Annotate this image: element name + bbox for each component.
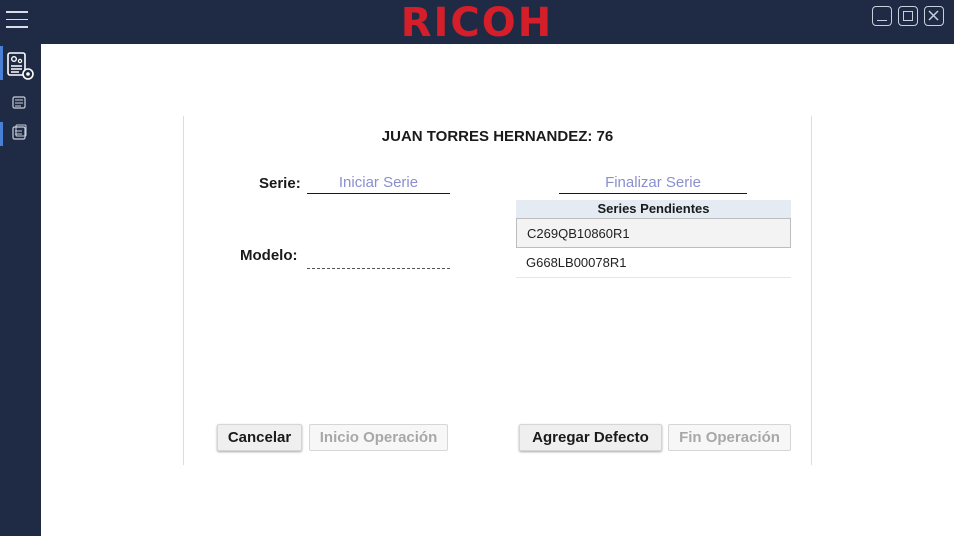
serie-label: Serie: — [259, 175, 301, 192]
series-list-item[interactable]: G668LB00078R1 — [516, 248, 791, 278]
title-bar: RICOH — [0, 0, 954, 46]
ricoh-logo: RICOH — [400, 0, 554, 46]
minimize-icon[interactable] — [872, 6, 892, 26]
side-navigation — [0, 44, 41, 536]
config-document-gear-icon[interactable] — [7, 52, 35, 87]
active-indicator — [0, 46, 3, 80]
series-list-item[interactable]: C269QB10860R1 — [516, 218, 791, 248]
hamburger-menu-icon[interactable] — [6, 11, 28, 31]
operator-title: JUAN TORRES HERNANDEZ: 76 — [381, 128, 614, 145]
close-icon[interactable] — [924, 6, 944, 26]
maximize-icon[interactable] — [898, 6, 918, 26]
active-indicator — [0, 122, 3, 146]
cancel-button[interactable]: Cancelar — [217, 424, 302, 451]
modelo-label: Modelo: — [240, 247, 298, 264]
iniciar-serie-input[interactable] — [307, 171, 450, 194]
app-window: RICOH JUAN TORRES HERNANDEZ: 76 Serie: I… — [0, 0, 954, 536]
finalizar-serie-input[interactable] — [559, 171, 747, 194]
card-divider-right — [811, 116, 812, 465]
list-document-icon[interactable] — [12, 96, 28, 115]
agregar-defecto-button[interactable]: Agregar Defecto — [519, 424, 662, 451]
inicio-operacion-button[interactable]: Inicio Operación — [309, 424, 448, 451]
card-divider-left — [183, 116, 184, 465]
series-pending-list: Series Pendientes C269QB10860R1 G668LB00… — [516, 200, 791, 278]
fin-operacion-button[interactable]: Fin Operación — [668, 424, 791, 451]
records-document-icon[interactable] — [12, 124, 28, 145]
modelo-input[interactable] — [307, 246, 450, 269]
series-pending-header: Series Pendientes — [516, 200, 791, 218]
